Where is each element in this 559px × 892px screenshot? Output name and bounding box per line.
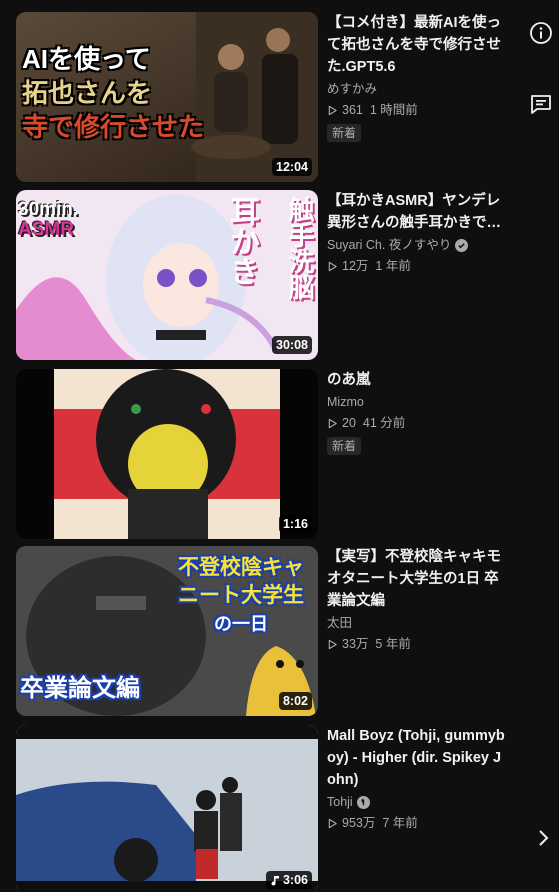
thumbnail-text: 触手洗脳	[285, 196, 315, 300]
channel-name[interactable]: Tohji	[327, 793, 507, 811]
thumbnail-text: AIを使って	[22, 44, 151, 74]
video-title[interactable]: Mall Boyz (Tohji, gummyboy) - Higher (di…	[327, 725, 507, 791]
next-arrow-icon[interactable]	[527, 822, 559, 854]
video-meta: 20 41 分前	[327, 413, 507, 433]
video-title[interactable]: のあ嵐	[327, 369, 507, 391]
thumbnail-text: ASMR	[18, 219, 74, 240]
video-title[interactable]: 【耳かきASMR】ヤンデレ異形さんの触手耳かきで洗脳されて、幸せな…	[327, 190, 507, 234]
duration-badge: 12:04	[272, 158, 312, 176]
upload-age: 1 年前	[375, 259, 411, 273]
video-info: 【実写】不登校陰キャキモオタニート大学生の1日 卒業論文編 太田 33万 5 年…	[327, 546, 507, 654]
duration-badge: 1:16	[278, 515, 312, 533]
view-count: 361	[342, 103, 363, 117]
video-thumbnail[interactable]: 3:06	[16, 725, 318, 892]
video-meta: 12万 1 年前	[327, 256, 507, 276]
music-note-icon	[271, 875, 279, 886]
duration-badge: 8:02	[278, 692, 312, 710]
video-item[interactable]: 不登校陰キャ ニート大学生 の一日 卒業論文編 8:02 【実写】不登校陰キャキ…	[16, 546, 516, 716]
video-info: 【耳かきASMR】ヤンデレ異形さんの触手耳かきで洗脳されて、幸せな… Suyar…	[327, 190, 507, 276]
video-meta: 953万 7 年前	[327, 813, 507, 833]
upload-age: 1 時間前	[369, 103, 418, 117]
channel-name[interactable]: めすかみ	[327, 80, 507, 98]
play-icon	[328, 818, 337, 828]
view-count: 953万	[342, 816, 376, 830]
video-info: 【コメ付き】最新AIを使って拓也さんを寺で修行させた.GPT5.6 めすかみ 3…	[327, 12, 507, 142]
video-item[interactable]: 3:06 Mall Boyz (Tohji, gummyboy) - Highe…	[16, 725, 516, 892]
video-thumbnail[interactable]: 不登校陰キャ ニート大学生 の一日 卒業論文編 8:02	[16, 546, 318, 716]
video-thumbnail[interactable]: 30min. ASMR 触手洗脳 耳かき 30:08	[16, 190, 318, 360]
thumbnail-text: 30min.	[18, 199, 79, 220]
verified-icon	[356, 795, 370, 809]
verified-icon	[455, 238, 469, 252]
thumbnail-text: 耳かき	[225, 196, 258, 286]
feedback-icon[interactable]	[525, 88, 557, 120]
new-badge: 新着	[327, 437, 362, 455]
info-icon[interactable]	[525, 17, 557, 49]
upload-age: 41 分前	[362, 416, 406, 430]
video-thumbnail[interactable]: AIを使って 拓也さんを 寺で修行させた 12:04	[16, 12, 318, 182]
thumbnail-text: の一日	[214, 614, 268, 634]
play-icon	[328, 105, 337, 115]
video-item[interactable]: AIを使って 拓也さんを 寺で修行させた 12:04 【コメ付き】最新AIを使っ…	[16, 12, 516, 182]
video-meta: 33万 5 年前	[327, 634, 507, 654]
channel-name[interactable]: Mizmo	[327, 393, 507, 411]
thumbnail-text: ニート大学生	[178, 584, 304, 607]
new-badge: 新着	[327, 124, 362, 142]
video-title[interactable]: 【実写】不登校陰キャキモオタニート大学生の1日 卒業論文編	[327, 546, 507, 612]
video-info: Mall Boyz (Tohji, gummyboy) - Higher (di…	[327, 725, 507, 833]
video-thumbnail[interactable]: 1:16	[16, 369, 318, 539]
play-icon	[328, 639, 337, 649]
duration-badge: 30:08	[272, 336, 312, 354]
play-icon	[328, 418, 337, 428]
video-info: のあ嵐 Mizmo 20 41 分前 新着	[327, 369, 507, 455]
view-count: 33万	[342, 637, 369, 651]
thumbnail-text: 寺で修行させた	[22, 112, 205, 142]
thumbnail-text: 不登校陰キャ	[178, 556, 304, 579]
view-count: 12万	[342, 259, 369, 273]
upload-age: 7 年前	[382, 816, 418, 830]
channel-name[interactable]: Suyari Ch. 夜ノすやり	[327, 236, 507, 254]
video-item[interactable]: 30min. ASMR 触手洗脳 耳かき 30:08 【耳かきASMR】ヤンデレ…	[16, 190, 516, 360]
video-item[interactable]: 1:16 のあ嵐 Mizmo 20 41 分前 新着	[16, 369, 516, 539]
upload-age: 5 年前	[375, 637, 411, 651]
video-title[interactable]: 【コメ付き】最新AIを使って拓也さんを寺で修行させた.GPT5.6	[327, 12, 507, 78]
view-count: 20	[342, 416, 356, 430]
video-meta: 361 1 時間前	[327, 100, 507, 120]
thumbnail-text: 卒業論文編	[20, 675, 140, 702]
channel-name[interactable]: 太田	[327, 614, 507, 632]
duration-badge: 3:06	[265, 871, 312, 889]
thumbnail-text: 拓也さんを	[22, 78, 153, 108]
play-icon	[328, 261, 337, 271]
